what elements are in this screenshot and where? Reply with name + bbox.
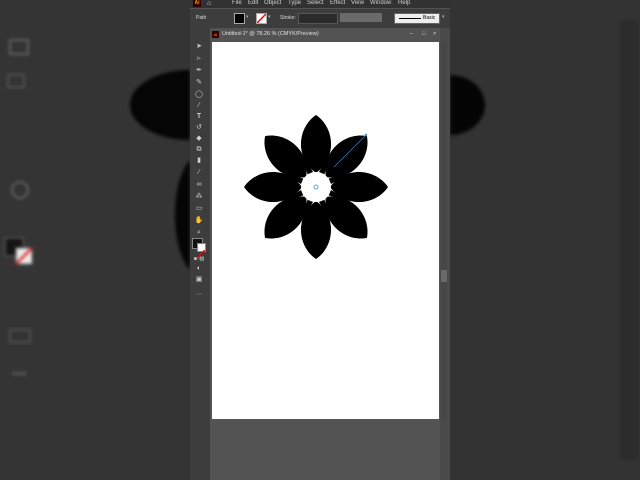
paintbrush-tool-icon[interactable]: ⁄ <box>193 101 205 111</box>
stroke-color-swatch[interactable] <box>256 13 267 24</box>
stroke-swatch-icon[interactable] <box>197 243 206 258</box>
background-blur-right <box>450 0 640 480</box>
draw-mode-icon[interactable]: ◐ <box>193 264 205 274</box>
background-flower-blur: ••• <box>4 39 190 381</box>
menu-select[interactable]: Select <box>307 0 324 7</box>
stroke-weight-input[interactable] <box>298 13 338 24</box>
flower-center <box>301 172 331 202</box>
ellipse-tool-icon[interactable]: ◯ <box>193 90 205 100</box>
scale-tool-icon[interactable]: ⧉ <box>193 145 205 155</box>
brush-definition-select[interactable]: Basic <box>394 13 440 24</box>
flower-artwork[interactable] <box>244 115 388 259</box>
menu-file[interactable]: File <box>232 0 242 7</box>
direct-selection-tool-icon[interactable]: ▹ <box>193 54 205 64</box>
none-slash-icon <box>257 14 266 23</box>
brush-stroke-preview <box>399 18 421 19</box>
menu-help[interactable]: Help <box>398 0 410 7</box>
minimize-button[interactable]: – <box>410 28 413 41</box>
tools-panel: ➤ ▹ ✒ ✎ ◯ ⁄ T ↺ ◆ ⧉ ▮ ⁄ ∞ ⁂ ▭ ✋ ⌕ ■□▨ ◐ … <box>190 28 210 480</box>
fill-dropdown-icon[interactable]: ▾ <box>246 14 249 20</box>
menu-effect[interactable]: Effect <box>330 0 345 7</box>
menu-edit[interactable]: Edit <box>248 0 258 7</box>
more-options-icon[interactable]: ▾ <box>442 14 445 20</box>
vertical-scrollbar[interactable] <box>441 42 447 420</box>
background-flower-blur <box>450 20 640 460</box>
svg-text:•••: ••• <box>12 365 27 381</box>
menu-type[interactable]: Type <box>288 0 301 7</box>
document-tab-bar: Ai Untitled-1* @ 78.26 % (CMYK/Preview) … <box>210 28 450 41</box>
flower-artwork-canvas <box>244 115 388 259</box>
pen-tool-icon[interactable]: ✒ <box>193 66 205 76</box>
stroke-label: Stroke: <box>280 15 296 21</box>
rotate-tool-icon[interactable]: ↺ <box>193 123 205 133</box>
document-icon: Ai <box>212 31 219 38</box>
screen-mode-icon[interactable]: ▣ <box>193 275 205 285</box>
type-tool-icon[interactable]: T <box>193 112 205 122</box>
color-mode-icon[interactable]: ■□▨ <box>193 254 205 264</box>
home-icon[interactable]: ⌂ <box>207 0 215 7</box>
menu-view[interactable]: View <box>351 0 364 7</box>
menu-object[interactable]: Object <box>264 0 281 7</box>
hand-tool-icon[interactable]: ✋ <box>193 216 205 226</box>
artboard-tool-icon[interactable]: ▭ <box>193 204 205 214</box>
gradient-tool-icon[interactable]: ▮ <box>193 156 205 166</box>
blend-tool-icon[interactable]: ∞ <box>193 180 205 190</box>
brush-style-label: Basic <box>423 15 436 21</box>
document-title: Untitled-1* @ 78.26 % (CMYK/Preview) <box>222 31 319 37</box>
selection-type-label: Path <box>196 15 207 21</box>
background-blur-left: ••• <box>0 0 190 480</box>
artboard[interactable] <box>212 42 439 419</box>
menu-bar: Ai ⌂ File Edit Object Type Select Effect… <box>190 0 450 8</box>
more-tools-icon[interactable]: ··· <box>193 290 205 300</box>
stroke-dropdown-icon[interactable]: ▾ <box>268 14 271 20</box>
zoom-tool-icon[interactable]: ⌕ <box>193 228 205 238</box>
variable-width-profile[interactable] <box>340 13 382 22</box>
eyedropper-tool-icon[interactable]: ⁄ <box>193 168 205 178</box>
illustrator-window: Ai ⌂ File Edit Object Type Select Effect… <box>190 0 450 480</box>
control-bar: Path ▾ ▾ Stroke: Basic ▾ <box>190 9 450 28</box>
anchor-point[interactable] <box>364 133 368 137</box>
symbol-sprayer-tool-icon[interactable]: ⁂ <box>193 192 205 202</box>
fill-color-swatch[interactable] <box>234 13 245 24</box>
eraser-tool-icon[interactable]: ◆ <box>193 134 205 144</box>
document-tab[interactable]: Ai Untitled-1* @ 78.26 % (CMYK/Preview) … <box>210 28 440 41</box>
selection-tool-icon[interactable]: ➤ <box>193 42 205 52</box>
menu-window[interactable]: Window <box>370 0 391 7</box>
maximize-button[interactable]: □ <box>422 28 425 41</box>
app-logo: Ai <box>193 0 201 7</box>
scrollbar-thumb[interactable] <box>441 270 447 282</box>
curvature-tool-icon[interactable]: ✎ <box>193 78 205 88</box>
close-button[interactable]: × <box>433 28 436 41</box>
